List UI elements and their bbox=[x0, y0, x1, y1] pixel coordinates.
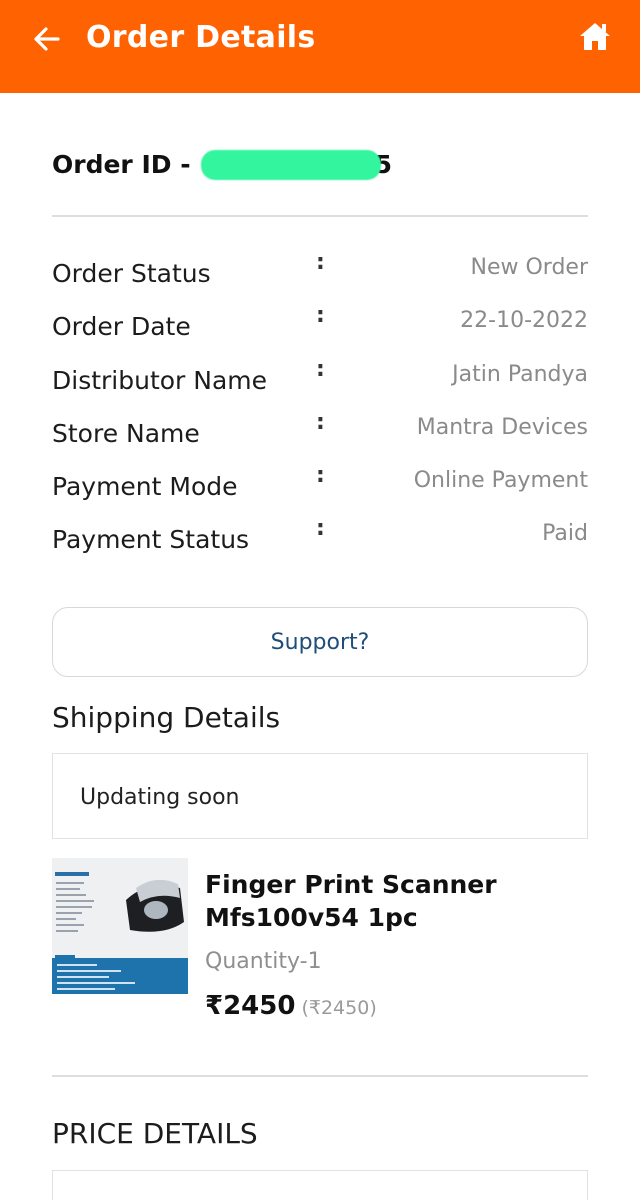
order-id: Order ID -5 bbox=[52, 146, 392, 183]
detail-colon: : bbox=[316, 410, 325, 435]
detail-colon: : bbox=[316, 463, 325, 488]
product-image[interactable] bbox=[52, 858, 188, 994]
shipping-details-card: Updating soon bbox=[52, 753, 588, 839]
product-price: ₹2450 (₹2450) bbox=[205, 988, 377, 1027]
detail-colon: : bbox=[316, 250, 325, 275]
detail-label: Payment Status bbox=[52, 525, 250, 554]
detail-colon: : bbox=[316, 303, 325, 328]
detail-label: Order Status bbox=[52, 259, 211, 288]
detail-label: Order Date bbox=[52, 312, 191, 341]
product-name[interactable]: Finger Print Scanner Mfs100v54 1pc bbox=[205, 868, 595, 934]
app-bar: Order Details bbox=[0, 0, 640, 93]
detail-value: Mantra Devices bbox=[416, 415, 588, 440]
detail-value: Online Payment bbox=[413, 468, 588, 493]
support-label: Support? bbox=[270, 629, 370, 655]
detail-value: Jatin Pandya bbox=[452, 362, 588, 387]
detail-row-order-date: Order Date : 22-10-2022 bbox=[52, 303, 588, 349]
product-quantity: Quantity-1 bbox=[205, 949, 322, 974]
arrow-left-icon[interactable] bbox=[30, 22, 64, 56]
price-details-heading: PRICE DETAILS bbox=[52, 1117, 258, 1150]
divider bbox=[52, 1075, 588, 1077]
detail-row-payment-status: Payment Status : Paid bbox=[52, 516, 588, 562]
shipping-details-heading: Shipping Details bbox=[52, 701, 281, 734]
detail-label: Payment Mode bbox=[52, 472, 238, 501]
product-mrp: (₹2450) bbox=[301, 997, 377, 1019]
detail-colon: : bbox=[316, 357, 325, 382]
product-selling-price: ₹2450 bbox=[205, 991, 296, 1021]
detail-row-store-name: Store Name : Mantra Devices bbox=[52, 410, 588, 456]
order-id-label: Order ID - bbox=[52, 150, 191, 179]
divider bbox=[52, 215, 588, 217]
page-title: Order Details bbox=[86, 20, 316, 55]
redacted-order-number bbox=[200, 150, 381, 180]
detail-row-payment-mode: Payment Mode : Online Payment bbox=[52, 463, 588, 509]
support-button[interactable]: Support? bbox=[52, 607, 588, 677]
detail-value: 22-10-2022 bbox=[460, 308, 588, 333]
detail-label: Store Name bbox=[52, 419, 200, 448]
detail-value: New Order bbox=[470, 255, 589, 280]
shipping-status-text: Updating soon bbox=[80, 785, 240, 810]
price-details-card bbox=[52, 1170, 588, 1200]
detail-row-distributor-name: Distributor Name : Jatin Pandya bbox=[52, 357, 588, 403]
detail-value: Paid bbox=[542, 521, 588, 546]
home-icon[interactable] bbox=[578, 20, 612, 52]
detail-row-order-status: Order Status : New Order bbox=[52, 250, 588, 296]
detail-colon: : bbox=[316, 516, 325, 541]
detail-label: Distributor Name bbox=[52, 366, 268, 395]
